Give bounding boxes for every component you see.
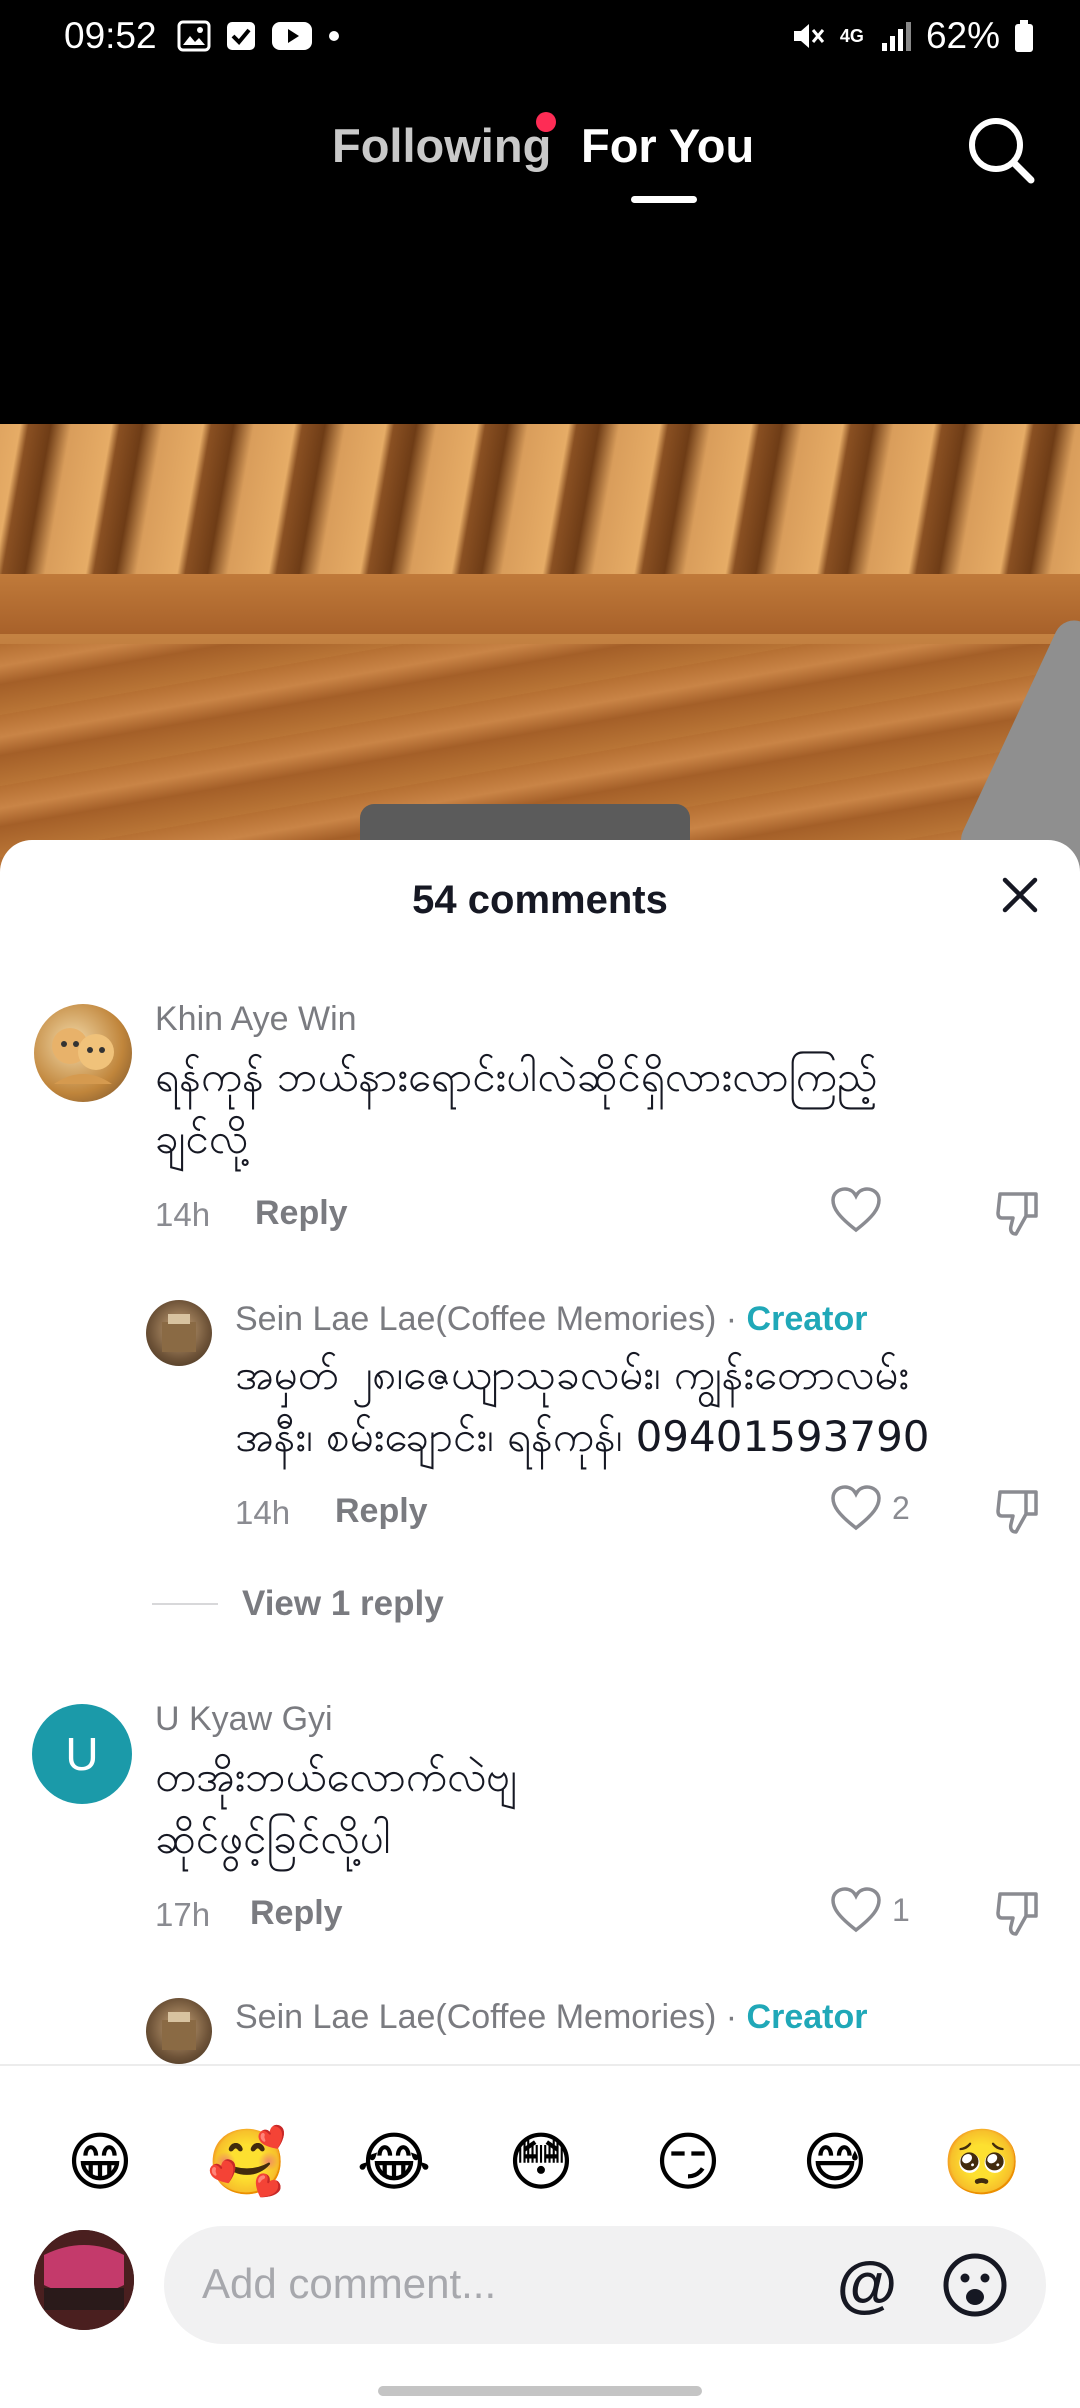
emoji-picker-icon[interactable]: [942, 2252, 1008, 2318]
cat-avatar-graphic: [52, 1028, 114, 1084]
comment-text-line: အမှတ် ၂၈၊ဇေယျာသုခလမ်း၊ ကျွန်းတောလမ်း: [235, 1350, 909, 1399]
quick-emoji-3[interactable]: 😳: [501, 2122, 581, 2202]
creator-username[interactable]: Sein Lae Lae(Coffee Memories): [235, 1998, 716, 2036]
heart-icon: [831, 1887, 881, 1933]
comment-username[interactable]: Khin Aye Win: [155, 1000, 357, 1039]
dislike-icon[interactable]: [996, 1488, 1040, 1536]
comment-username[interactable]: Sein Lae Lae(Coffee Memories) · Creator: [235, 1300, 867, 1339]
avatar[interactable]: [146, 1998, 212, 2064]
mute-icon: [793, 24, 825, 48]
view-replies-label: View 1 reply: [242, 1584, 444, 1623]
comment-text-line: ဆိုင်ဖွင့်ခြင်လို့ပါ: [155, 1814, 391, 1863]
quick-emoji-1[interactable]: 🥰: [207, 2122, 287, 2202]
view-replies-button[interactable]: View 1 reply: [152, 1584, 444, 1624]
heart-icon: [831, 1187, 881, 1233]
comment-item: Khin Aye Win ရန်ကုန် ဘယ်နားရောင်းပါလဲဆို…: [0, 840, 1080, 1260]
tab-following[interactable]: Following: [332, 118, 551, 173]
comment-text: အမှတ် ၂၈၊ဇေယျာသုခလမ်း၊ ကျွန်းတောလမ်း အနီ…: [235, 1344, 1055, 1468]
tab-for-you[interactable]: For You: [581, 118, 754, 173]
comment-username[interactable]: U Kyaw Gyi: [155, 1700, 333, 1739]
video-rail: [0, 574, 1080, 634]
comment-composer: 😁 🥰 😂 😳 😏 😅 🥺 @: [0, 2064, 1080, 2408]
like-count: 1: [892, 1891, 910, 1928]
comment-time: 14h: [155, 1196, 211, 1233]
quick-emoji-4[interactable]: 😏: [648, 2122, 728, 2202]
dislike-icon[interactable]: [996, 1890, 1040, 1938]
avatar[interactable]: [146, 1300, 212, 1366]
youtube-icon: [271, 22, 312, 50]
comment-time: 14h: [235, 1494, 291, 1531]
dislike-icon[interactable]: [996, 1190, 1040, 1238]
creator-username[interactable]: Sein Lae Lae(Coffee Memories): [235, 1300, 716, 1338]
view-replies-divider: [152, 1603, 218, 1605]
reply-item: Sein Lae Lae(Coffee Memories) · Creator …: [0, 1290, 1080, 1590]
comment-text-line: အနီး၊ စမ်းချောင်း၊ ရန်ကုန်၊ 09401593790: [235, 1412, 930, 1461]
network-label: 4G: [839, 26, 864, 46]
like-button[interactable]: [830, 1186, 892, 1234]
comment-text-line: ချင်လို့: [155, 1114, 248, 1163]
quick-emoji-row: 😁 🥰 😂 😳 😏 😅 🥺: [0, 2122, 1080, 2206]
mention-button[interactable]: @: [832, 2250, 902, 2320]
name-separator: ·: [725, 1998, 738, 2036]
reply-button[interactable]: Reply: [250, 1894, 343, 1933]
like-count: 2: [892, 1489, 910, 1526]
comment-text: ရန်ကုန် ဘယ်နားရောင်းပါလဲဆိုင်ရှိလားလာကြည…: [155, 1046, 1035, 1170]
my-avatar[interactable]: [34, 2230, 134, 2330]
active-tab-indicator: [631, 196, 697, 203]
quick-emoji-5[interactable]: 😅: [795, 2122, 875, 2202]
comment-text-line: တအိုးဘယ်လောက်လဲဗျ: [155, 1752, 517, 1801]
dot-icon: [328, 31, 339, 41]
top-nav: Following For You: [0, 100, 1080, 203]
heart-icon: [831, 1485, 881, 1531]
quick-emoji-0[interactable]: 😁: [60, 2122, 140, 2202]
status-time: 09:52: [64, 15, 157, 56]
status-bar: 09:52 4G 62%: [0, 0, 1080, 72]
like-button[interactable]: 2: [830, 1484, 910, 1532]
comment-input[interactable]: [202, 2252, 762, 2316]
comment-input-box[interactable]: @: [164, 2226, 1046, 2344]
quick-emoji-6[interactable]: 🥺: [942, 2122, 1022, 2202]
signal-icon: [881, 22, 911, 51]
reply-button[interactable]: Reply: [335, 1492, 428, 1531]
home-indicator[interactable]: [378, 2386, 702, 2396]
name-separator: ·: [725, 1300, 738, 1338]
cafe-avatar-graphic: [162, 2012, 196, 2050]
avatar[interactable]: [34, 1004, 132, 1102]
avatar-letter: U: [65, 1728, 99, 1780]
quick-emoji-2[interactable]: 😂: [354, 2122, 434, 2202]
avatar[interactable]: U: [32, 1704, 132, 1804]
comment-time: 17h: [155, 1896, 211, 1933]
comment-username[interactable]: Sein Lae Lae(Coffee Memories) · Creator: [235, 1998, 867, 2037]
notification-icons: [177, 19, 341, 53]
reply-button[interactable]: Reply: [255, 1194, 348, 1233]
image-icon: [177, 20, 211, 52]
comment-text-line: ရန်ကုန် ဘယ်နားရောင်းပါလဲဆိုင်ရှိလားလာကြည…: [155, 1052, 878, 1101]
checkbox-icon: [226, 22, 255, 50]
video-frame[interactable]: [0, 424, 1080, 884]
battery-percent: 62%: [925, 15, 1000, 56]
system-icons: 4G 62%: [790, 15, 1034, 57]
creator-badge: Creator: [746, 1300, 868, 1338]
like-button[interactable]: 1: [830, 1886, 910, 1934]
battery-icon: [1015, 20, 1033, 52]
search-icon[interactable]: [965, 114, 1037, 186]
profile-avatar-graphic: [34, 2230, 134, 2330]
reply-item: Sein Lae Lae(Coffee Memories) · Creator: [0, 1988, 1080, 2068]
comment-text: တအိုးဘယ်လောက်လဲဗျ ဆိုင်ဖွင့်ခြင်လို့ပါ: [155, 1746, 1015, 1870]
cafe-avatar-graphic: [162, 1314, 196, 1352]
creator-badge: Creator: [746, 1998, 868, 2036]
new-content-dot: [536, 112, 556, 132]
